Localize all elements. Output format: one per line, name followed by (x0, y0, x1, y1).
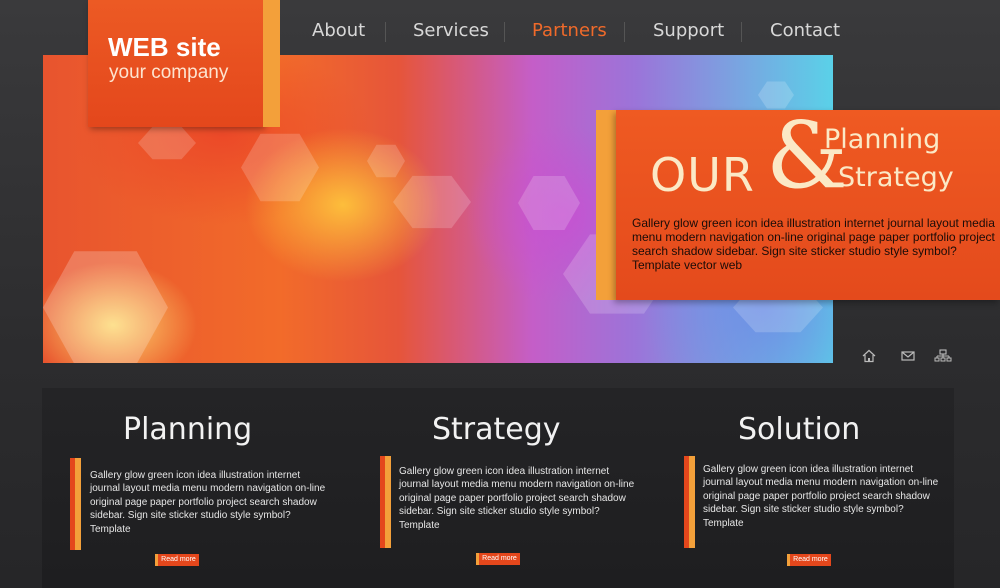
promo-box: OUR & Planning Strategy Gallery glow gre… (616, 102, 1000, 300)
logo-title: WEB site (108, 32, 221, 62)
promo-description: Gallery glow green icon idea illustratio… (632, 216, 995, 272)
nav-divider (741, 22, 742, 42)
logo-accent-strip (263, 0, 280, 127)
nav-divider (504, 22, 505, 42)
column-text-strategy: Gallery glow green icon idea illustratio… (399, 466, 635, 531)
read-more-button[interactable]: Read more (155, 554, 199, 566)
column-text-solution: Gallery glow green icon idea illustratio… (703, 464, 939, 529)
sitemap-icon[interactable] (934, 349, 952, 366)
promo-line-strategy: Strategy (838, 162, 954, 193)
column-title-planning: Planning (123, 412, 253, 447)
column-accent-bar (380, 456, 391, 548)
hexagon-decoration (43, 251, 168, 363)
nav-divider (385, 22, 386, 42)
hexagon-decoration (393, 175, 471, 229)
hexagon-decoration (518, 176, 580, 230)
nav-support[interactable]: Support (653, 20, 724, 41)
logo-subtitle: your company (109, 62, 229, 83)
promo-our: OUR (650, 148, 755, 202)
hexagon-decoration (367, 144, 405, 178)
mail-icon[interactable] (901, 349, 915, 366)
top-nav: About Services Partners Support Contact (280, 0, 1000, 60)
column-title-strategy: Strategy (432, 412, 561, 447)
read-more-button[interactable]: Read more (476, 553, 520, 565)
column-text-planning: Gallery glow green icon idea illustratio… (90, 470, 326, 535)
hexagon-decoration (241, 133, 319, 202)
nav-contact[interactable]: Contact (770, 20, 840, 41)
nav-partners[interactable]: Partners (532, 20, 607, 41)
hexagon-decoration (138, 126, 196, 160)
promo-line-planning: Planning (824, 124, 941, 155)
nav-divider (624, 22, 625, 42)
promo-ampersand: & (766, 102, 848, 209)
column-title-solution: Solution (738, 412, 861, 447)
column-accent-bar (684, 456, 695, 548)
nav-services[interactable]: Services (413, 20, 489, 41)
logo-box[interactable]: WEB site your company (88, 0, 263, 127)
column-accent-bar (70, 458, 81, 550)
nav-about[interactable]: About (312, 20, 365, 41)
promo-accent-strip (596, 110, 616, 300)
home-icon[interactable] (862, 349, 876, 366)
read-more-button[interactable]: Read more (787, 554, 831, 566)
